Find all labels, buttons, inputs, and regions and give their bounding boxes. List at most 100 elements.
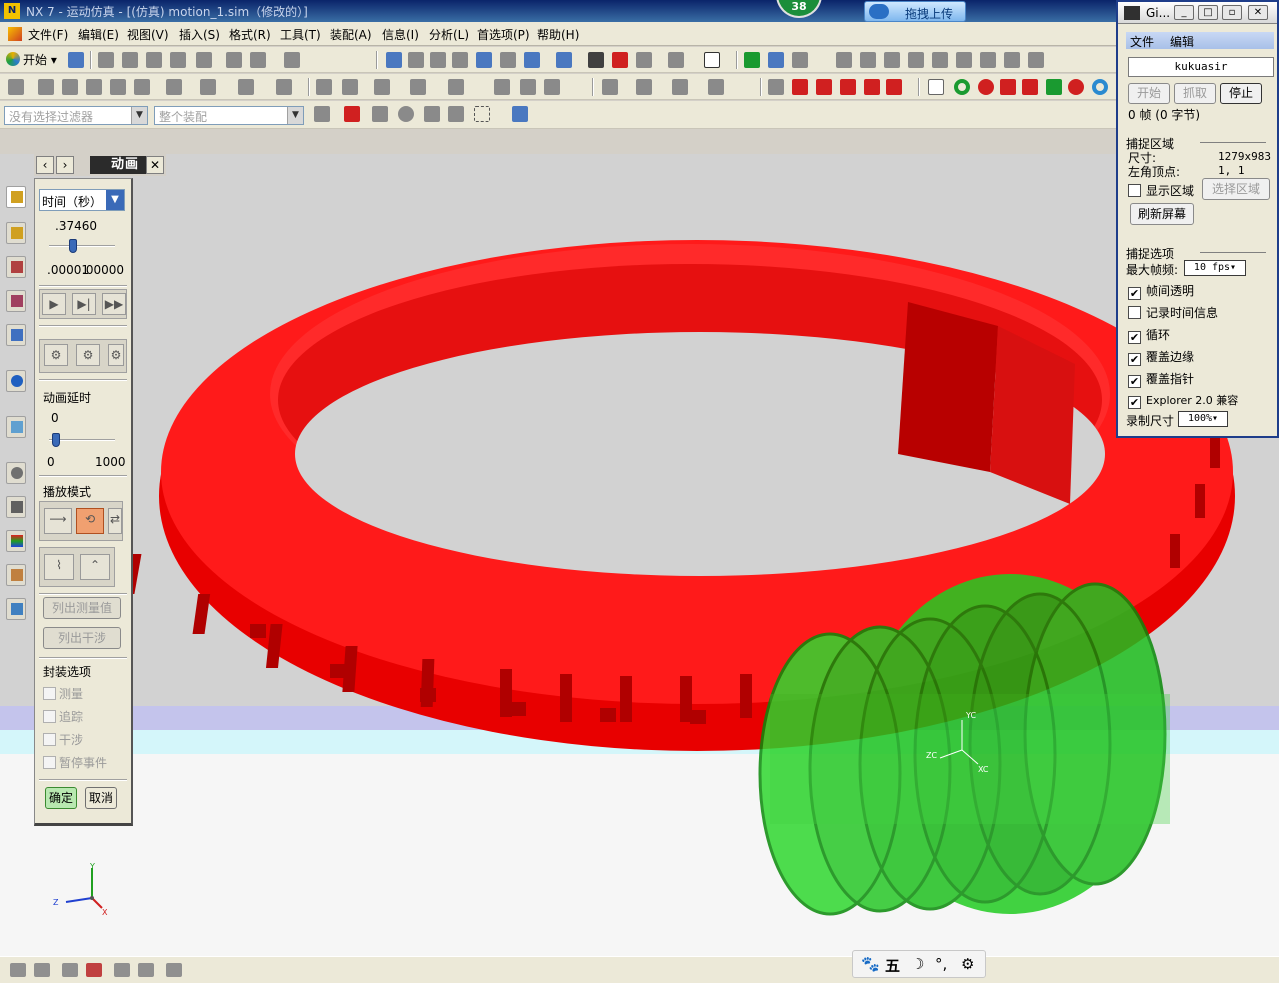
- fast-forward-icon[interactable]: ▶▶: [102, 293, 126, 315]
- curve-icon[interactable]: [134, 79, 150, 95]
- zoom-in-out-icon[interactable]: [430, 52, 446, 68]
- list-measurements-button[interactable]: 列出测量值: [43, 597, 121, 619]
- step-forward-icon[interactable]: [864, 79, 880, 95]
- status-arrow-icon[interactable]: [166, 963, 182, 977]
- ime-punct-icon[interactable]: °,: [935, 955, 947, 973]
- perspective-icon[interactable]: [500, 52, 516, 68]
- maximize-icon[interactable]: □: [1198, 5, 1218, 20]
- cancel-button[interactable]: 取消: [85, 787, 117, 809]
- restore-icon[interactable]: ▫: [1222, 5, 1242, 20]
- background-icon[interactable]: [704, 52, 720, 68]
- explode-icon[interactable]: ⌃: [80, 554, 110, 580]
- expression-icon[interactable]: [62, 79, 78, 95]
- step-forward-icon[interactable]: ▶|: [72, 293, 96, 315]
- ime-moon-icon[interactable]: ☽: [911, 955, 924, 973]
- save-icon[interactable]: [68, 52, 84, 68]
- explorer-compat-checkbox[interactable]: ✔ Explorer 2.0 兼容: [1128, 392, 1238, 409]
- repeat-icon[interactable]: [226, 52, 242, 68]
- status-select-icon[interactable]: [10, 963, 26, 977]
- ime-settings-icon[interactable]: ⚙: [961, 955, 974, 973]
- status-snap-icon[interactable]: [86, 963, 102, 977]
- trace-checkbox[interactable]: 追踪: [43, 708, 83, 725]
- menu-format[interactable]: 格式(R): [229, 26, 271, 43]
- filter-settings-icon[interactable]: [314, 106, 330, 122]
- delay-slider-thumb[interactable]: [52, 433, 60, 447]
- time-slider-track[interactable]: [49, 245, 115, 247]
- menu-file[interactable]: 文件(F): [28, 26, 68, 43]
- measure-checkbox[interactable]: 测量: [43, 685, 83, 702]
- record-icon[interactable]: [978, 79, 994, 95]
- system-materials-tab[interactable]: [6, 496, 26, 518]
- body-select-icon[interactable]: [448, 106, 464, 122]
- roles-tab[interactable]: [6, 564, 26, 586]
- datum-icon[interactable]: [38, 79, 54, 95]
- loop-mode-icon[interactable]: ⟲: [76, 508, 104, 534]
- close-icon[interactable]: ✕: [1248, 5, 1268, 20]
- menu-assembly[interactable]: 装配(A): [330, 26, 372, 43]
- rotate-icon[interactable]: [476, 52, 492, 68]
- menu-help[interactable]: 帮助(H): [537, 26, 579, 43]
- drag-upload-button[interactable]: 拖拽上传: [864, 1, 966, 22]
- menu-analysis[interactable]: 分析(L): [429, 26, 469, 43]
- status-layer-icon[interactable]: [138, 963, 154, 977]
- motion-nav-tab[interactable]: [6, 290, 26, 312]
- bushing-icon[interactable]: [932, 52, 948, 68]
- boolean-icon[interactable]: [448, 79, 464, 95]
- transparent-checkbox[interactable]: ✔ 帧间透明: [1128, 282, 1194, 300]
- move-icon[interactable]: [342, 79, 358, 95]
- step-back-icon[interactable]: [816, 79, 832, 95]
- fit-view-icon[interactable]: [386, 52, 402, 68]
- trace-red-icon[interactable]: [1022, 79, 1038, 95]
- camera-icon[interactable]: ⚙: [76, 344, 100, 366]
- play-icon[interactable]: [840, 79, 856, 95]
- cylinder-icon[interactable]: [636, 79, 652, 95]
- trace-path-icon[interactable]: ⌇: [44, 554, 74, 580]
- reuse-library-tab[interactable]: [6, 324, 26, 346]
- timeinfo-checkbox[interactable]: 记录时间信息: [1128, 304, 1218, 321]
- gif-menu-edit[interactable]: 编辑: [1170, 33, 1194, 50]
- paste-icon[interactable]: [146, 52, 162, 68]
- delete-icon[interactable]: [170, 52, 186, 68]
- web-browser-tab[interactable]: [6, 370, 26, 392]
- zoom-icon[interactable]: [408, 52, 424, 68]
- cut-icon[interactable]: [98, 52, 114, 68]
- link-icon[interactable]: [836, 52, 852, 68]
- play-once-icon[interactable]: ⟶: [44, 508, 72, 534]
- layer-icon[interactable]: [668, 52, 684, 68]
- start-menu-button[interactable]: 开始 ▾: [6, 51, 57, 68]
- animation-icon[interactable]: [768, 79, 784, 95]
- snap-point-icon[interactable]: [344, 106, 360, 122]
- fast-forward-icon[interactable]: [886, 79, 902, 95]
- assembly-nav-tab[interactable]: [6, 186, 26, 208]
- menu-view[interactable]: 视图(V): [127, 26, 169, 43]
- pan-icon[interactable]: [452, 52, 468, 68]
- loop-checkbox[interactable]: ✔ 循环: [1128, 326, 1170, 344]
- pointer-checkbox[interactable]: ✔ 覆盖指针: [1128, 370, 1194, 388]
- damper-icon[interactable]: [908, 52, 924, 68]
- rewind-icon[interactable]: [792, 79, 808, 95]
- menu-edit[interactable]: 编辑(E): [78, 26, 119, 43]
- loop-icon[interactable]: [954, 79, 970, 95]
- minimize-icon[interactable]: _: [1174, 5, 1194, 20]
- shell-icon[interactable]: [520, 79, 536, 95]
- menu-preferences[interactable]: 首选项(P): [477, 26, 530, 43]
- offset-icon[interactable]: [238, 79, 254, 95]
- status-assembly-icon[interactable]: [62, 963, 78, 977]
- record-size-select[interactable]: 100%▾: [1178, 411, 1228, 427]
- stop-record-icon[interactable]: [1000, 79, 1016, 95]
- history-tab[interactable]: [6, 416, 26, 438]
- motion-loop-icon[interactable]: [1092, 79, 1108, 95]
- spring-icon[interactable]: [884, 52, 900, 68]
- chevron-left-icon[interactable]: ‹: [36, 156, 54, 174]
- cone-icon[interactable]: [672, 79, 688, 95]
- joint-icon[interactable]: [860, 52, 876, 68]
- refresh-screen-button[interactable]: 刷新屏幕: [1130, 203, 1194, 225]
- menu-insert[interactable]: 插入(S): [179, 26, 220, 43]
- graphics-viewport[interactable]: YC ZC XC: [0, 154, 1279, 956]
- snapshot-icon[interactable]: ⚙: [44, 344, 68, 366]
- copy-icon[interactable]: [122, 52, 138, 68]
- reverse-mode-icon[interactable]: ⇄: [108, 508, 122, 534]
- system-scene-tab[interactable]: [6, 598, 26, 620]
- ok-button[interactable]: 确定: [45, 787, 77, 809]
- gif-name-field[interactable]: kukuasir: [1128, 57, 1274, 77]
